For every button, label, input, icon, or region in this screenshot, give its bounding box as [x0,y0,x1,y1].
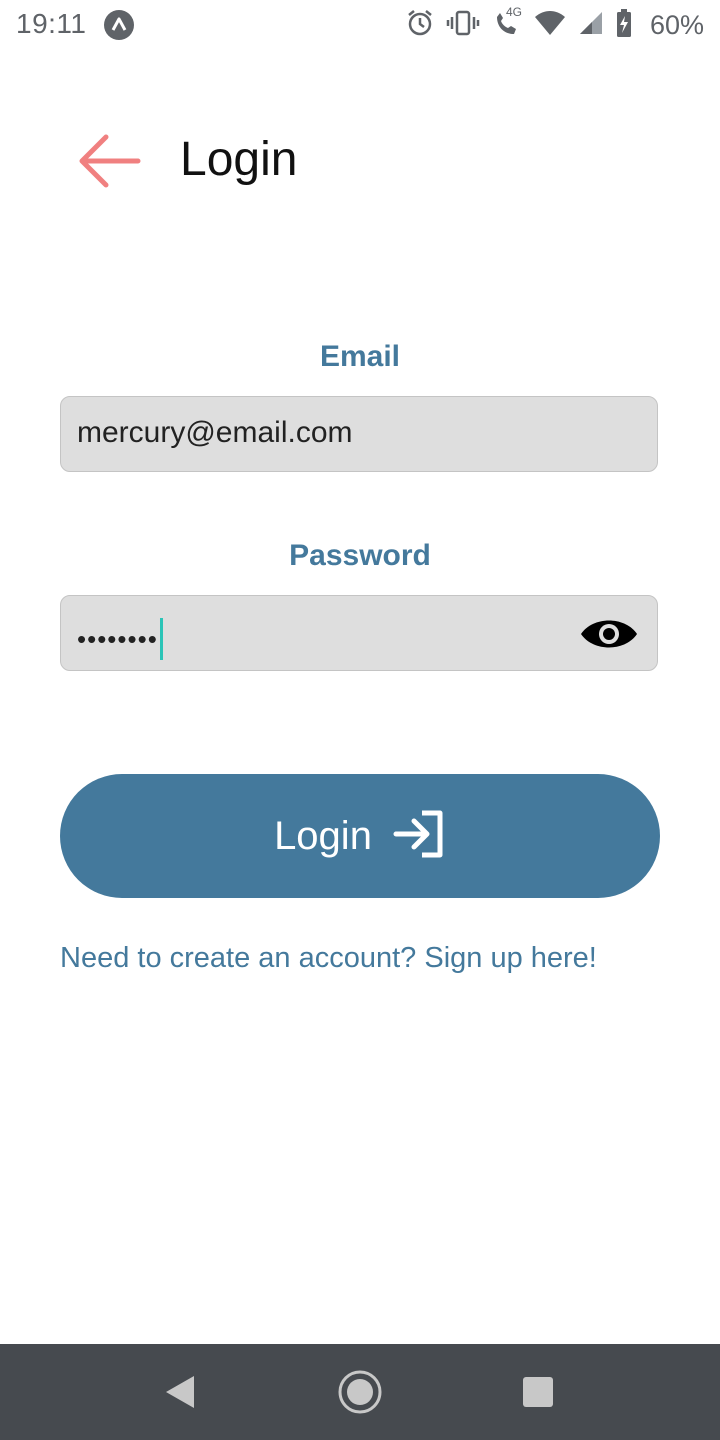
recents-square-icon[interactable] [522,1376,554,1413]
signal-icon [578,10,604,41]
text-caret [159,618,163,660]
eye-icon[interactable] [579,614,639,654]
header: Login [0,110,720,210]
password-value-wrap: •••••••• [77,618,163,660]
login-arrow-icon [392,809,446,864]
vibrate-icon [446,9,480,42]
battery-charging-icon [616,8,632,42]
email-value: mercury@email.com [77,416,353,449]
network-label: 4G [505,4,522,19]
back-triangle-icon[interactable] [164,1375,196,1414]
email-label: Email [319,340,401,373]
login-button-label: Login [274,813,372,858]
email-field[interactable]: mercury@email.com [60,396,658,472]
page-title: Login [180,133,298,186]
status-bar: 19:11 4G 60% [0,0,720,50]
home-circle-icon[interactable] [337,1369,383,1420]
password-value: •••••••• [77,624,158,654]
wifi-icon [534,10,566,41]
password-label: Password [289,539,431,572]
signup-link[interactable]: Need to create an account? Sign up here! [60,942,597,975]
arrow-left-icon [78,133,142,194]
status-icons: 4G 60% [406,5,704,42]
wifi-calling-icon: 4G [492,5,522,42]
status-time: 19:11 [16,8,87,39]
alarm-icon [406,9,434,42]
back-button[interactable] [70,128,150,198]
app-notification-icon [104,10,134,40]
login-button[interactable]: Login [60,774,660,898]
password-field[interactable]: •••••••• [60,595,658,671]
navigation-bar [0,1344,720,1440]
battery-percentage: 60% [649,9,704,40]
